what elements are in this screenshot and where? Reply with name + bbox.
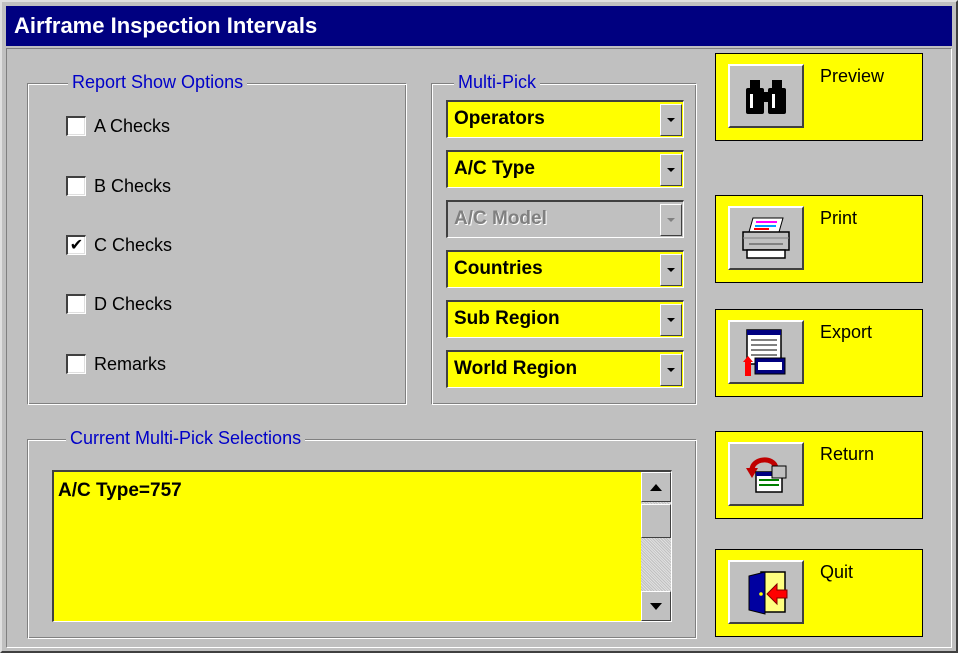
scroll-down-icon (650, 602, 662, 610)
chevron-down-icon (667, 168, 675, 172)
dropdown-button[interactable] (660, 154, 682, 186)
checkbox-box[interactable] (66, 294, 86, 314)
print-icon-button[interactable] (728, 206, 804, 270)
checkbox-box[interactable] (66, 176, 86, 196)
checkbox-label: D Checks (94, 293, 173, 314)
export-icon (743, 329, 786, 376)
checkbox-label: B Checks (94, 175, 172, 196)
checkbox-box[interactable] (66, 354, 86, 374)
combo-ac-model: A/C Model (446, 200, 684, 238)
chevron-down-icon (667, 218, 675, 222)
quit-icon-button[interactable] (728, 560, 804, 624)
checkbox-box[interactable]: ✔ (66, 235, 86, 255)
report-show-options-group: Report Show Options A Checks B Checks ✔ … (27, 70, 407, 405)
export-button[interactable]: Export (715, 309, 923, 397)
scroll-down-button[interactable] (641, 591, 671, 621)
preview-button[interactable]: Preview (715, 53, 923, 141)
combo-sub-region[interactable]: Sub Region (446, 300, 684, 338)
checkbox-remarks[interactable]: Remarks (66, 351, 166, 377)
return-icon-button[interactable] (728, 442, 804, 506)
combo-value: World Region (454, 358, 578, 379)
vertical-scrollbar[interactable] (641, 472, 671, 621)
exit-door-icon (748, 571, 788, 615)
current-selections-legend: Current Multi-Pick Selections (66, 426, 306, 450)
checkbox-label: C Checks (94, 234, 173, 255)
checkbox-a-checks[interactable]: A Checks (66, 113, 170, 139)
dropdown-button[interactable] (660, 354, 682, 386)
return-button[interactable]: Return (715, 431, 923, 519)
selections-listbox[interactable]: A/C Type=757 (52, 470, 672, 622)
combo-world-region[interactable]: World Region (446, 350, 684, 388)
combo-value: Sub Region (454, 308, 560, 329)
print-label: Print (820, 208, 858, 228)
checkbox-c-checks[interactable]: ✔ C Checks (66, 232, 172, 258)
checkbox-label: A Checks (94, 115, 171, 136)
report-show-options-legend: Report Show Options (68, 70, 248, 94)
scroll-thumb[interactable] (641, 504, 671, 538)
combo-operators[interactable]: Operators (446, 100, 684, 138)
binoculars-icon (746, 80, 786, 114)
combo-value: A/C Model (454, 208, 547, 229)
checkbox-box[interactable] (66, 116, 86, 136)
dropdown-button[interactable] (660, 104, 682, 136)
dropdown-button[interactable] (660, 254, 682, 286)
checkbox-label: Remarks (94, 353, 167, 374)
dropdown-button (660, 204, 682, 236)
combo-countries[interactable]: Countries (446, 250, 684, 288)
chevron-down-icon (667, 318, 675, 322)
app-window: Airframe Inspection Intervals Report Sho… (0, 0, 958, 653)
quit-button[interactable]: Quit (715, 549, 923, 637)
list-item[interactable]: A/C Type=757 (58, 480, 182, 502)
check-mark-icon: ✔ (69, 236, 84, 254)
print-button[interactable]: Print (715, 195, 923, 283)
return-label: Return (820, 444, 875, 464)
chevron-down-icon (667, 368, 675, 372)
current-selections-group: Current Multi-Pick Selections A/C Type=7… (27, 426, 697, 639)
scroll-up-button[interactable] (641, 472, 671, 502)
form-body: Report Show Options A Checks B Checks ✔ … (6, 48, 952, 648)
multi-pick-group: Multi-Pick Operators A/C Type A/C Model … (431, 70, 697, 405)
multi-pick-legend: Multi-Pick (454, 70, 541, 94)
combo-value: A/C Type (454, 158, 535, 179)
checkbox-b-checks[interactable]: B Checks (66, 173, 171, 199)
preview-icon-button[interactable] (728, 64, 804, 128)
scroll-up-icon (650, 483, 662, 491)
export-icon-button[interactable] (728, 320, 804, 384)
dropdown-button[interactable] (660, 304, 682, 336)
combo-value: Countries (454, 258, 543, 279)
checkbox-d-checks[interactable]: D Checks (66, 291, 172, 317)
printer-icon (742, 217, 790, 259)
combo-ac-type[interactable]: A/C Type (446, 150, 684, 188)
combo-value: Operators (454, 108, 545, 129)
return-icon (746, 457, 787, 493)
quit-label: Quit (820, 562, 854, 582)
preview-label: Preview (820, 66, 885, 86)
export-label: Export (820, 322, 873, 342)
chevron-down-icon (667, 268, 675, 272)
window-title: Airframe Inspection Intervals (6, 6, 952, 46)
chevron-down-icon (667, 118, 675, 122)
